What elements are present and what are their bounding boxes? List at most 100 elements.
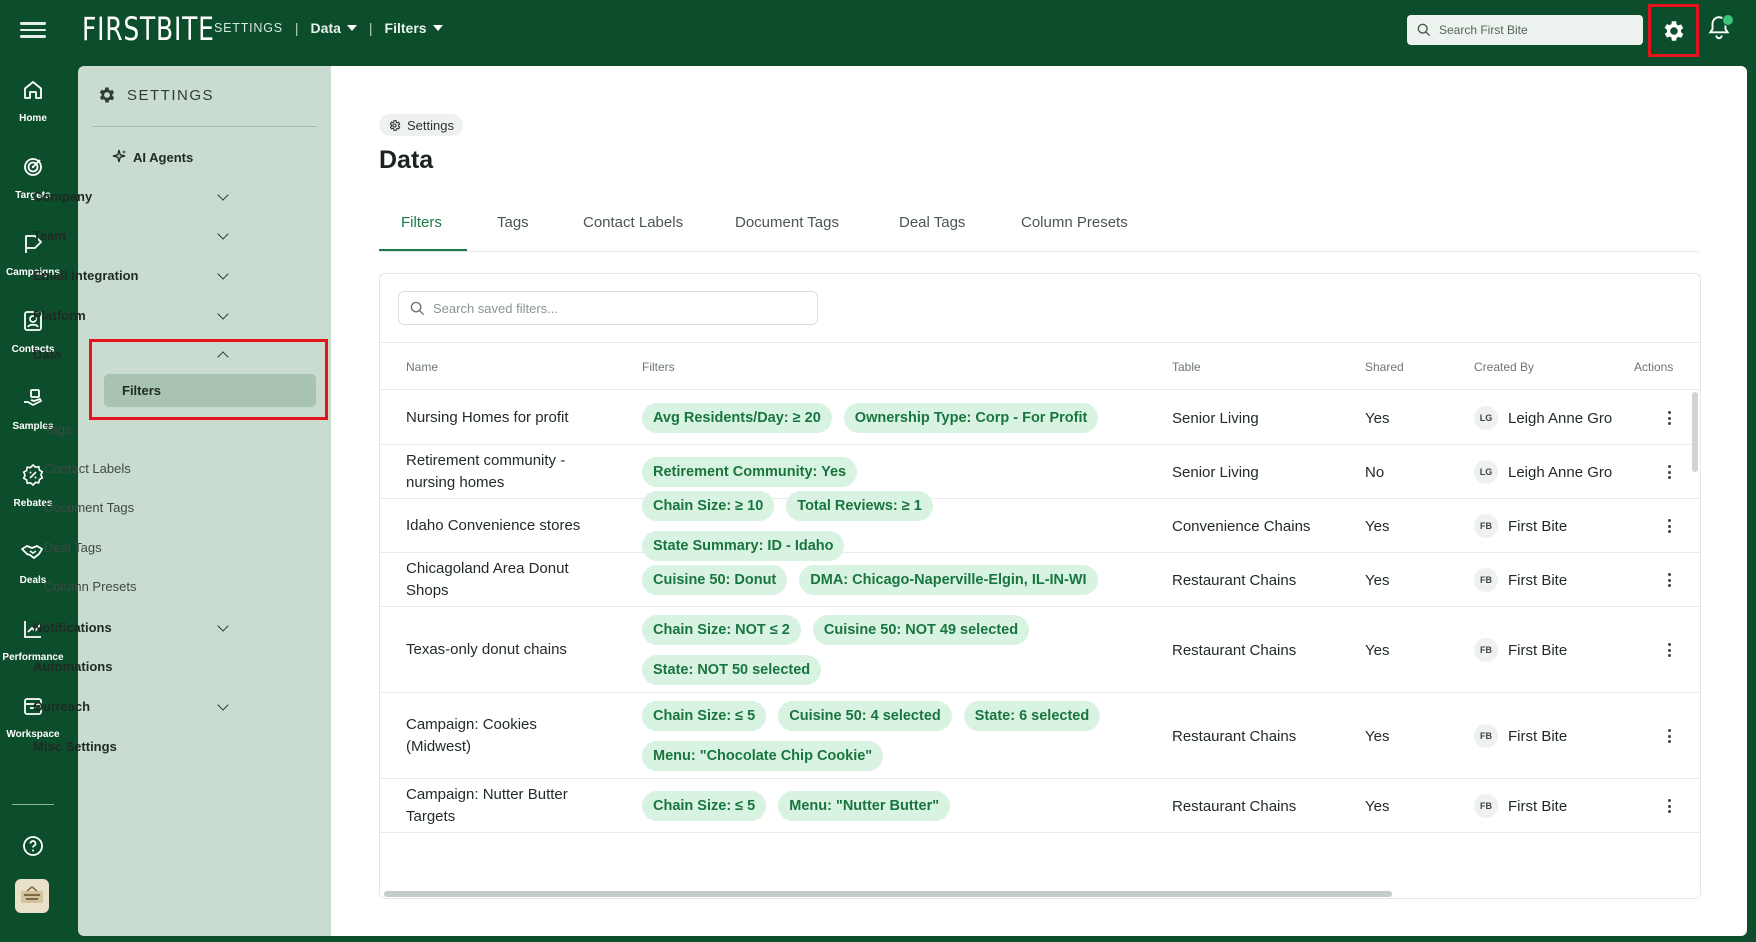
filter-chip[interactable]: Menu: "Nutter Butter" <box>778 791 951 821</box>
settings-item-automations[interactable]: Automations <box>33 659 233 674</box>
table-row[interactable]: Texas-only donut chains Chain Size: NOT ≤… <box>380 607 1700 693</box>
chevron-down-icon <box>217 188 229 201</box>
settings-item-label: AI Agents <box>133 149 194 165</box>
filter-shared: No <box>1365 464 1385 481</box>
row-actions-kebab-icon[interactable] <box>1661 570 1677 590</box>
column-header-name[interactable]: Name <box>406 360 438 374</box>
rail-item-help[interactable] <box>0 834 66 864</box>
tab-tags[interactable]: Tags <box>497 214 529 231</box>
filter-table: Senior Living <box>1172 464 1259 481</box>
filter-name[interactable]: Idaho Convenience stores <box>406 515 596 537</box>
table-row[interactable]: Campaign: Nutter Butter Targets Chain Siz… <box>380 779 1700 833</box>
filter-chip[interactable]: Chain Size: NOT ≤ 2 <box>642 615 801 645</box>
column-header-created-by[interactable]: Created By <box>1474 360 1534 374</box>
settings-item-email-integration[interactable]: Email Integration <box>33 267 233 283</box>
filter-chip[interactable]: Cuisine 50: 4 selected <box>778 701 952 731</box>
rail-item-home[interactable]: Home <box>0 78 66 126</box>
filter-chip[interactable]: DMA: Chicago-Naperville-Elgin, IL-IN-WI <box>799 565 1098 595</box>
settings-item-platform[interactable]: Platform <box>33 307 233 323</box>
table-row[interactable]: Nursing Homes for profit Avg Residents/Da… <box>380 391 1700 445</box>
filter-chip[interactable]: Chain Size: ≤ 5 <box>642 701 767 731</box>
settings-sub-tags[interactable]: Tags <box>44 422 71 437</box>
tab-contact-labels[interactable]: Contact Labels <box>583 214 683 231</box>
filter-name[interactable]: Chicagoland Area Donut Shops <box>406 558 596 602</box>
tab-document-tags[interactable]: Document Tags <box>735 214 839 231</box>
settings-item-outreach[interactable]: Outreach <box>33 698 233 714</box>
filter-shared: Yes <box>1365 642 1390 659</box>
column-header-shared[interactable]: Shared <box>1365 360 1404 374</box>
hamburger-menu-icon[interactable] <box>20 18 46 42</box>
filter-chip[interactable]: Chain Size: ≥ 10 <box>642 491 775 521</box>
filter-chip[interactable]: Total Reviews: ≥ 1 <box>786 491 933 521</box>
filters-menu-dropdown[interactable]: Filters <box>385 20 443 36</box>
home-icon <box>24 81 42 99</box>
rebate-percent-icon <box>22 463 44 487</box>
filter-name[interactable]: Retirement community - nursing homes <box>406 450 596 494</box>
tab-deal-tags[interactable]: Deal Tags <box>899 214 965 231</box>
settings-item-label: Outreach <box>33 699 91 714</box>
filter-chips: Chain Size: ≤ 5 Cuisine 50: 4 selected Sta… <box>642 701 1112 771</box>
user-avatar[interactable] <box>15 879 49 913</box>
filter-chip[interactable]: Chain Size: ≤ 5 <box>642 791 767 821</box>
filter-shared: Yes <box>1365 518 1390 535</box>
table-row[interactable]: Chicagoland Area Donut Shops Cuisine 50: … <box>380 553 1700 607</box>
filter-chips: Chain Size: NOT ≤ 2 Cuisine 50: NOT 49 se… <box>642 615 1112 685</box>
settings-item-team[interactable]: Team <box>33 227 233 243</box>
search-saved-filters-input[interactable]: Search saved filters... <box>398 291 818 325</box>
settings-item-data[interactable]: Data <box>33 347 233 363</box>
settings-item-label: Company <box>33 189 93 204</box>
notifications-bell-button[interactable] <box>1706 14 1736 46</box>
data-menu-dropdown[interactable]: Data <box>311 20 357 36</box>
filter-name[interactable]: Texas-only donut chains <box>406 639 596 661</box>
creator-name: First Bite <box>1508 571 1568 589</box>
filter-name[interactable]: Nursing Homes for profit <box>406 407 596 429</box>
settings-sub-contact-labels[interactable]: Contact Labels <box>44 461 131 476</box>
filter-chip[interactable]: Cuisine 50: NOT 49 selected <box>812 615 1030 645</box>
filter-chips: Retirement Community: Yes <box>642 457 1112 487</box>
filter-chip[interactable]: State: NOT 50 selected <box>642 655 822 685</box>
row-actions-kebab-icon[interactable] <box>1661 516 1677 536</box>
settings-gear-button[interactable] <box>1648 4 1699 57</box>
global-search-input[interactable]: Search First Bite <box>1407 15 1643 45</box>
tab-column-presets[interactable]: Column Presets <box>1021 214 1128 231</box>
vertical-scrollbar[interactable] <box>1692 392 1698 472</box>
settings-sub-filters[interactable]: Filters <box>104 374 316 407</box>
creator-name: First Bite <box>1508 641 1568 659</box>
filter-chip[interactable]: Retirement Community: Yes <box>642 457 858 487</box>
settings-panel-title: SETTINGS <box>97 85 214 105</box>
tab-filters[interactable]: Filters <box>401 214 442 231</box>
filter-name[interactable]: Campaign: Nutter Butter Targets <box>406 784 596 828</box>
row-actions-kebab-icon[interactable] <box>1661 462 1677 482</box>
filter-name[interactable]: Campaign: Cookies (Midwest) <box>406 714 596 758</box>
row-actions-kebab-icon[interactable] <box>1661 408 1677 428</box>
table-row[interactable]: Campaign: Cookies (Midwest) Chain Size: ≤… <box>380 693 1700 779</box>
filter-shared: Yes <box>1365 572 1390 589</box>
horizontal-scrollbar[interactable] <box>384 891 1392 897</box>
settings-item-company[interactable]: Company <box>33 188 233 204</box>
creator-avatar: FB <box>1474 724 1498 748</box>
settings-item-ai-agents[interactable]: AI Agents <box>111 149 311 165</box>
filter-chip[interactable]: State: 6 selected <box>963 701 1101 731</box>
filter-shared: Yes <box>1365 798 1390 815</box>
settings-sub-column-presets[interactable]: Column Presets <box>44 579 136 594</box>
settings-item-misc[interactable]: Misc Settings <box>33 739 233 754</box>
table-row[interactable]: Idaho Convenience stores Chain Size: ≥ 10… <box>380 491 1700 561</box>
column-header-table[interactable]: Table <box>1172 360 1201 374</box>
filter-chip[interactable]: Menu: "Chocolate Chip Cookie" <box>642 741 884 771</box>
settings-sub-deal-tags[interactable]: Deal Tags <box>44 540 102 555</box>
chevron-down-icon <box>217 227 229 240</box>
row-actions-kebab-icon[interactable] <box>1661 796 1677 816</box>
app-logo[interactable]: FIRSTBITE <box>82 10 215 48</box>
filter-chip[interactable]: Ownership Type: Corp - For Profit <box>843 403 1099 433</box>
row-actions-kebab-icon[interactable] <box>1661 726 1677 746</box>
creator-avatar: FB <box>1474 514 1498 538</box>
column-header-filters[interactable]: Filters <box>642 360 675 374</box>
settings-item-notifications[interactable]: Notifications <box>33 619 233 635</box>
row-actions-kebab-icon[interactable] <box>1661 640 1677 660</box>
settings-sub-document-tags[interactable]: Document Tags <box>44 500 134 515</box>
filter-chip[interactable]: Avg Residents/Day: ≥ 20 <box>642 403 832 433</box>
settings-breadcrumb-pill[interactable]: Settings <box>379 114 463 136</box>
target-icon <box>24 158 42 176</box>
filter-chip[interactable]: Cuisine 50: Donut <box>642 565 788 595</box>
breadcrumb-settings[interactable]: SETTINGS <box>214 21 283 35</box>
